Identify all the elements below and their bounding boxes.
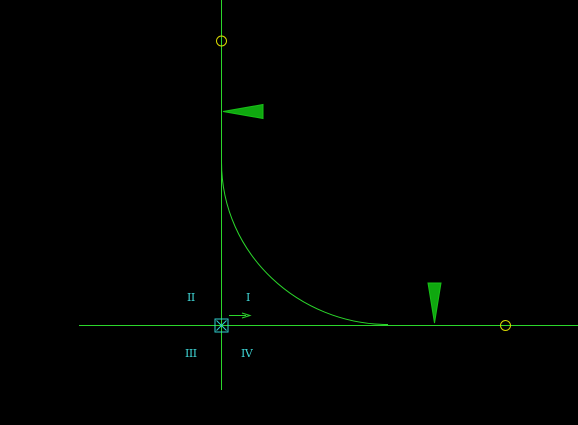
quadrant-label-iii: III — [185, 347, 197, 360]
triangle-down-marker-icon[interactable] — [427, 282, 442, 324]
quadrant-label-ii: II — [187, 291, 195, 304]
x-direction-arrow-icon — [229, 312, 252, 319]
cad-viewport[interactable]: II I III IV — [0, 0, 578, 425]
triangle-left-marker-icon[interactable] — [222, 103, 264, 120]
drawing-canvas[interactable]: II I III IV — [0, 0, 578, 425]
quadrant-label-iv: IV — [241, 347, 254, 360]
quadrant-label-i: I — [246, 291, 250, 304]
